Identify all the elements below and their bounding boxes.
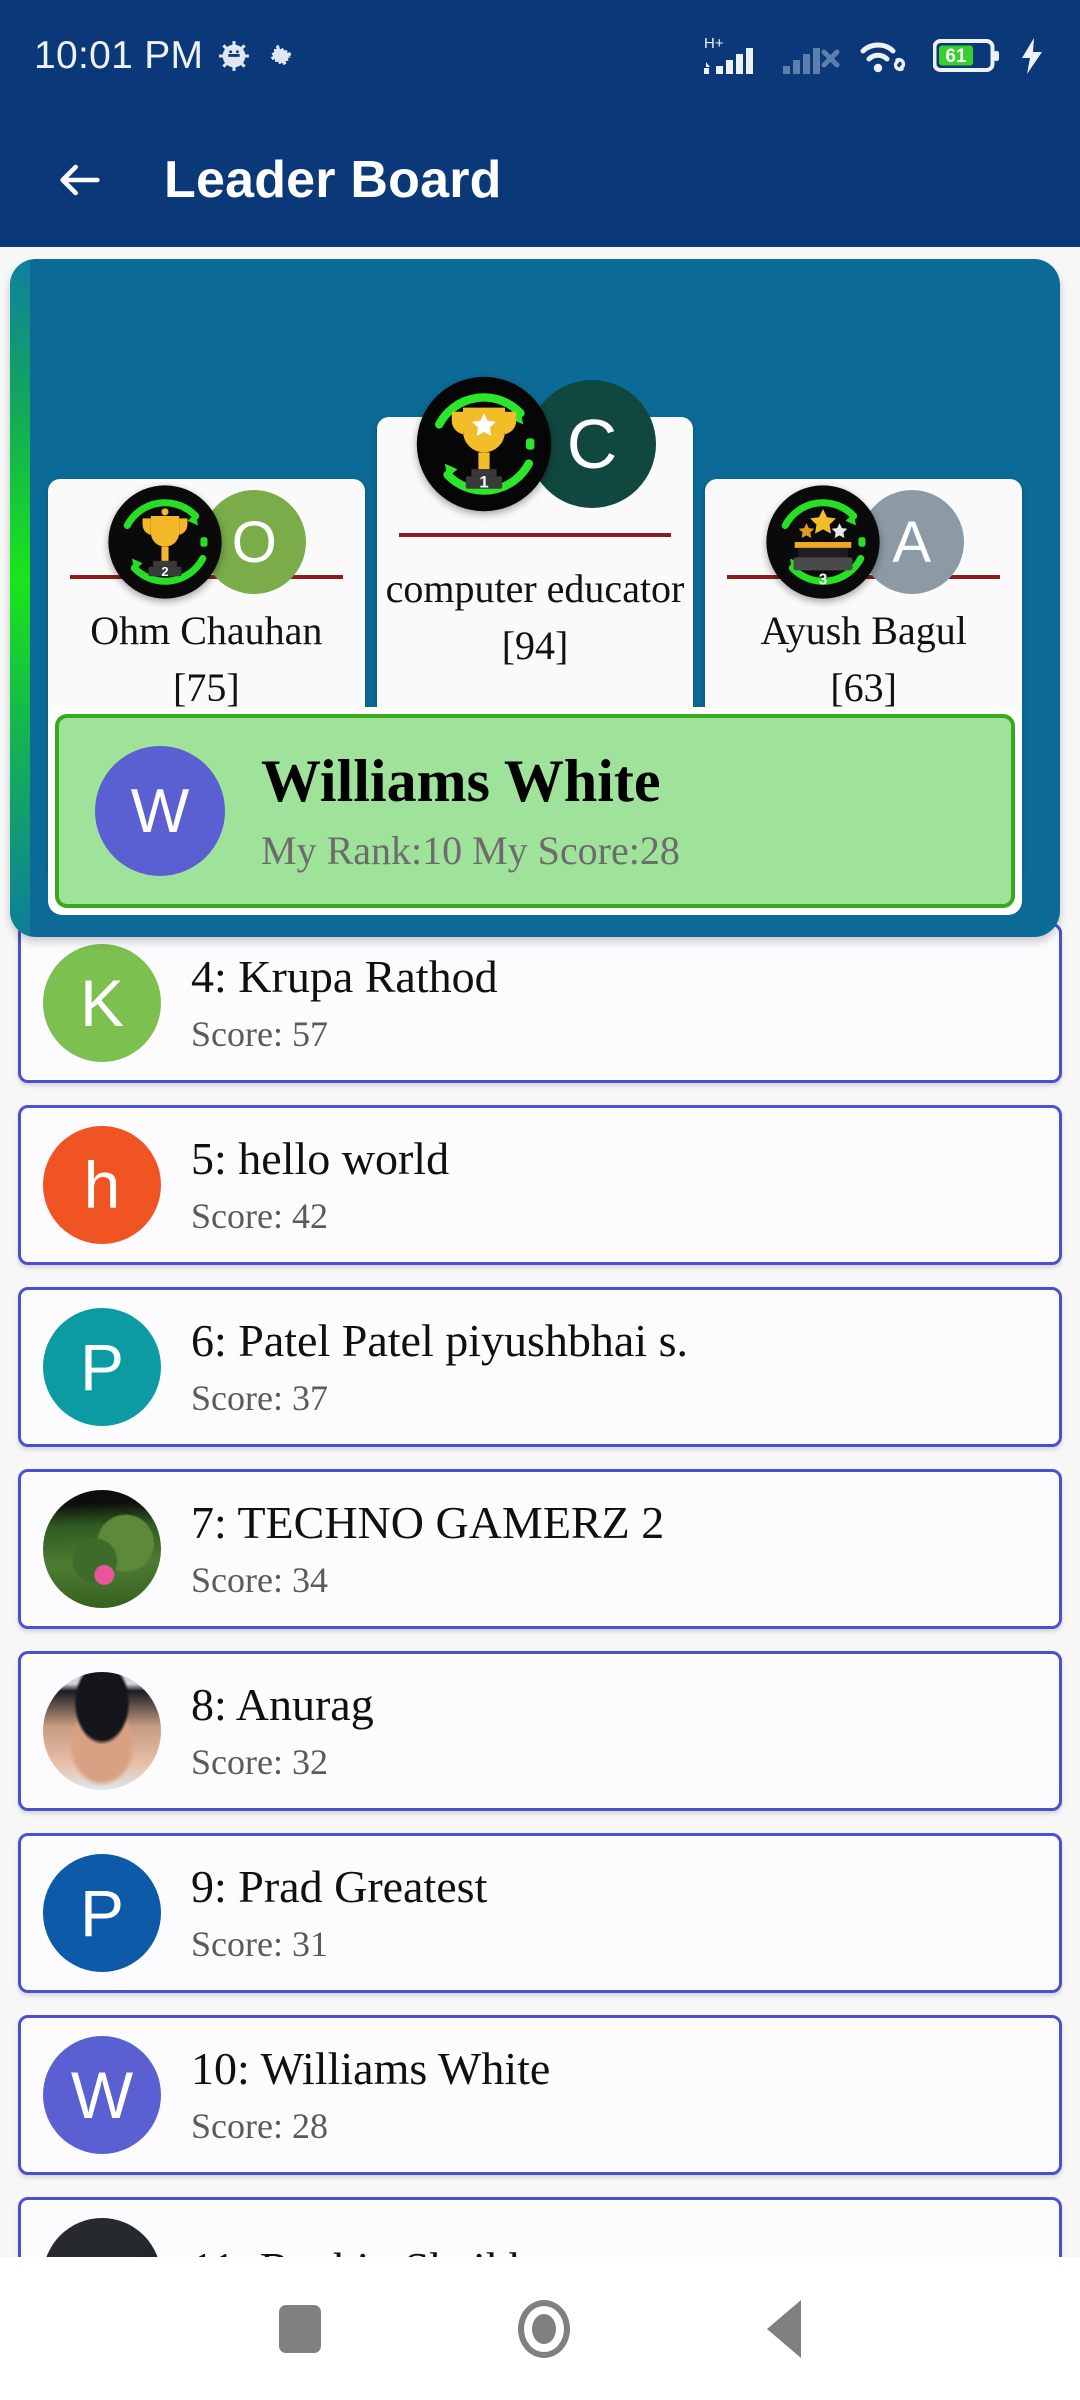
avatar-letter: A — [892, 509, 932, 575]
screen-root: 10:01 PM H+ 61 Leader Board K 4: Krupa R… — [0, 0, 1080, 2400]
trophy-gold-rank-badge: 1 — [416, 376, 552, 512]
avatar: P — [43, 1854, 161, 1972]
podium-bronze-rank-badge: 3 — [766, 485, 880, 599]
list-item-name: 8: Anurag — [191, 1679, 374, 1730]
list-item-score: Score: 28 — [191, 2106, 328, 2146]
android-debug-icon — [219, 41, 250, 71]
list-item-score: Score: 32 — [191, 1742, 328, 1782]
wifi-link-icon — [860, 42, 906, 73]
table-row[interactable]: 7: TECHNO GAMERZ 2 Score: 34 — [18, 1469, 1062, 1629]
avatar: h — [43, 1126, 161, 1244]
battery-percent-label: 61 — [945, 46, 967, 67]
my-rank-text: Williams White My Rank:10 My Score:28 — [261, 751, 680, 871]
list-item-name: 11: Rozbin Shaikh — [191, 2246, 532, 2258]
svg-text:2: 2 — [162, 564, 169, 579]
avatar: W — [43, 2036, 161, 2154]
podium-avatars: 3 A — [705, 467, 1022, 617]
avatar: K — [43, 944, 161, 1062]
gear-icon — [271, 44, 292, 66]
list-item-name: 9: Prad Greatest — [191, 1861, 488, 1912]
table-row[interactable]: P 9: Prad Greatest Score: 31 — [18, 1833, 1062, 1993]
avatar: P — [43, 1308, 161, 1426]
list-item-score: Score: 37 — [191, 1378, 328, 1418]
divider — [398, 533, 672, 537]
app-bar: Leader Board — [0, 112, 1080, 247]
avatar-photo — [43, 1490, 161, 1608]
avatar-letter: C — [566, 405, 618, 483]
podium-name: computer educator — [385, 566, 685, 611]
list-item-score: Score: 34 — [191, 1560, 328, 1600]
charging-bolt-icon — [1022, 38, 1042, 74]
status-bar: 10:01 PM H+ 61 — [0, 0, 1080, 112]
svg-text:H+: H+ — [704, 35, 724, 52]
table-row[interactable]: h 5: hello world Score: 42 — [18, 1105, 1062, 1265]
trophy-silver-rank-badge: 2 — [108, 485, 222, 599]
triangle-back-icon[interactable] — [767, 2299, 802, 2358]
row-text: 9: Prad Greatest Score: 31 — [191, 1861, 488, 1964]
my-rank-subtitle: My Rank:10 My Score:28 — [261, 828, 680, 873]
status-bar-left: 10:01 PM — [34, 34, 295, 78]
svg-text:3: 3 — [818, 571, 827, 588]
circle-home-icon[interactable] — [517, 2299, 570, 2358]
podium-avatars: 2 O — [48, 467, 365, 617]
avatar-letter: P — [79, 1330, 125, 1404]
table-row[interactable]: W 10: Williams White Score: 28 — [18, 2015, 1062, 2175]
android-nav-bar — [0, 2257, 1080, 2400]
list-item-name: 5: hello world — [191, 1133, 450, 1184]
list-item-score: Score: 57 — [191, 1014, 328, 1054]
avatar-photo — [43, 1672, 161, 1790]
row-text: 8: Anurag Score: 32 — [191, 1679, 374, 1782]
avatar-letter: K — [79, 966, 125, 1040]
content-area[interactable]: K 4: Krupa Rathod Score: 57 h 5: hello w… — [0, 247, 1080, 2257]
my-rank-name: Williams White — [261, 748, 661, 814]
row-text: 10: Williams White Score: 28 — [191, 2043, 551, 2146]
row-text: 4: Krupa Rathod Score: 57 — [191, 951, 498, 1054]
back-button[interactable] — [54, 154, 106, 206]
battery-charging-icon: 61 — [933, 39, 999, 72]
status-bar-clock: 10:01 PM — [34, 34, 204, 77]
table-row[interactable]: K 4: Krupa Rathod Score: 57 — [18, 923, 1062, 1083]
avatar: W — [95, 746, 225, 876]
row-text: 11: Rozbin Shaikh — [191, 2246, 532, 2258]
list-item-score: Score: 42 — [191, 1196, 328, 1236]
avatar-letter: P — [79, 1876, 125, 1950]
list-item-name: 7: TECHNO GAMERZ 2 — [191, 1497, 665, 1548]
list-item-name: 6: Patel Patel piyushbhai s. — [191, 1315, 689, 1366]
podium-panel: 2 O Ohm Chauhan [75] 1 C computer educat… — [10, 259, 1060, 937]
page-title: Leader Board — [164, 150, 502, 209]
svg-text:1: 1 — [479, 472, 488, 491]
signal-hplus-icon: H+ — [704, 35, 753, 74]
my-rank-banner[interactable]: W Williams White My Rank:10 My Score:28 — [55, 714, 1015, 908]
avatar-letter: W — [70, 2058, 134, 2132]
leaderboard-list[interactable]: K 4: Krupa Rathod Score: 57 h 5: hello w… — [0, 923, 1080, 2257]
status-bar-right: H+ 61 — [704, 34, 1046, 78]
podium-score: [63] — [830, 665, 897, 711]
my-rank-banner-outer: W Williams White My Rank:10 My Score:28 — [48, 707, 1022, 915]
list-item-score: Score: 31 — [191, 1924, 328, 1964]
row-text: 5: hello world Score: 42 — [191, 1133, 450, 1236]
avatar-letter: W — [130, 776, 190, 846]
table-row[interactable]: P 6: Patel Patel piyushbhai s. Score: 37 — [18, 1287, 1062, 1447]
podium-avatars: 1 C — [377, 369, 694, 519]
square-recents-icon[interactable] — [278, 2304, 321, 2353]
podium-score: [94] — [501, 623, 569, 669]
table-row[interactable]: 11: Rozbin Shaikh — [18, 2197, 1062, 2257]
list-item-name: 10: Williams White — [191, 2043, 551, 2094]
podium-score: [75] — [173, 665, 240, 711]
avatar-photo — [43, 2218, 161, 2257]
row-text: 6: Patel Patel piyushbhai s. Score: 37 — [191, 1315, 689, 1418]
row-text: 7: TECHNO GAMERZ 2 Score: 34 — [191, 1497, 665, 1600]
avatar-letter: h — [83, 1148, 121, 1222]
table-row[interactable]: 8: Anurag Score: 32 — [18, 1651, 1062, 1811]
list-item-name: 4: Krupa Rathod — [191, 951, 498, 1002]
signal-no-sim-icon — [783, 48, 840, 74]
avatar-letter: O — [231, 509, 277, 575]
